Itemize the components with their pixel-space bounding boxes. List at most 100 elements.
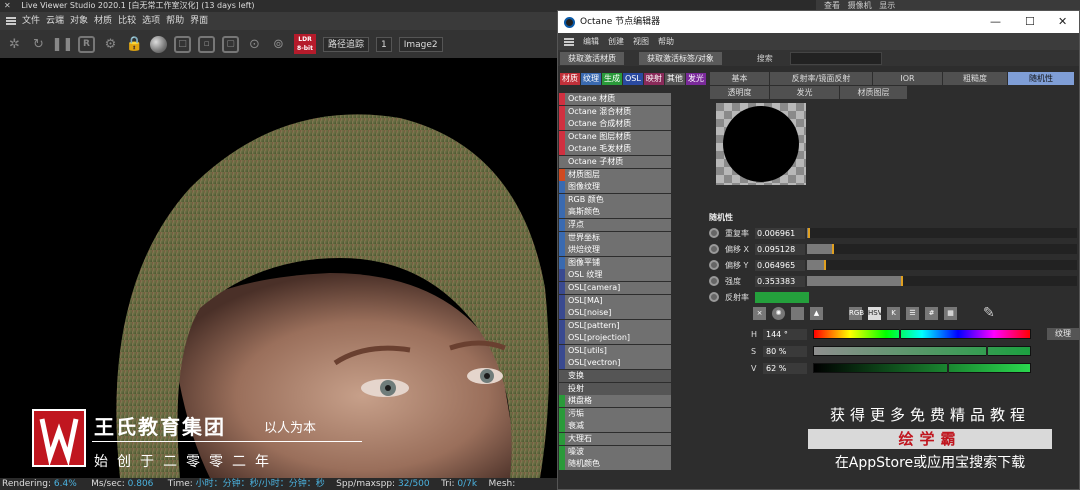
palette-item[interactable]: OSL[projection] [559,332,671,345]
octane-menu-create[interactable]: 创建 [608,33,624,50]
palette-item[interactable]: 随机颜色 [559,458,671,471]
param-radio[interactable] [709,292,719,302]
film-region-icon[interactable]: ▫ [198,35,215,53]
octane-menu-help[interactable]: 帮助 [658,33,674,50]
palette-item[interactable]: OSL[MA] [559,294,671,307]
number-select[interactable]: 1 [376,36,392,52]
palette-item[interactable]: 材质图层 [559,168,671,181]
hue-bar[interactable] [813,329,1031,339]
palette-item[interactable]: Octane 图层材质 [559,130,671,143]
tab-ior[interactable]: IOR [873,72,942,85]
palette-item[interactable]: 世界坐标 [559,231,671,244]
mixer-icon[interactable]: ☰ [906,306,919,320]
slider-handle[interactable] [823,260,826,270]
tab-emission[interactable]: 发光 [770,86,839,99]
param-slider[interactable] [807,260,1077,270]
menu-options[interactable]: 选项 [142,12,160,30]
category-tab[interactable]: 发光 [685,73,706,85]
palette-item[interactable]: OSL[camera] [559,281,671,294]
restart-render-icon[interactable]: ↻ [30,36,47,53]
tab-specular[interactable]: 反射率/镜面反射 [770,72,872,85]
tab-randomness[interactable]: 随机性 [1008,72,1074,85]
param-radio[interactable] [709,228,719,238]
collapse-icon[interactable]: ⨯ [753,306,766,320]
tab-transparency[interactable]: 透明度 [710,86,769,99]
search-input[interactable] [789,51,882,65]
slider-handle[interactable] [901,276,904,286]
image-select[interactable]: Image2 [398,36,443,52]
tab-material-layer[interactable]: 材质图层 [840,86,907,99]
category-tab[interactable]: 映射 [643,73,664,85]
c4d-menu-display[interactable]: 显示 [879,1,895,10]
material-ball-icon[interactable] [150,35,167,53]
palette-item[interactable]: 图像纹理 [559,181,671,194]
palette-item[interactable]: Octane 子材质 [559,155,671,168]
ldr-toggle[interactable]: LDR 8-bit [294,34,316,54]
octane-menu-view[interactable]: 视图 [633,33,649,50]
palette-item[interactable]: 烘焙纹理 [559,244,671,257]
palette-item[interactable]: 棋盘格 [559,395,671,408]
menu-compare[interactable]: 比较 [118,12,136,30]
c4d-menu-camera[interactable]: 摄像机 [848,1,872,10]
palette-item[interactable]: 高斯颜色 [559,206,671,219]
region-render-icon[interactable]: R [78,35,95,53]
slider-handle[interactable] [831,244,834,254]
get-active-tag-button[interactable]: 获取激活标签/对象 [639,51,722,65]
hsv-mode-button[interactable]: HSV [868,306,883,320]
lock-icon[interactable]: 🔒 [126,36,143,53]
slider-handle[interactable] [807,228,810,238]
tab-roughness[interactable]: 粗糙度 [943,72,1007,85]
value-input[interactable]: 62 % [763,362,807,374]
color-swatch[interactable] [755,291,809,303]
saturation-handle[interactable] [985,346,988,356]
palette-item[interactable]: OSL[pattern] [559,319,671,332]
param-value-input[interactable]: 0.353383 [755,275,805,287]
hue-input[interactable]: 144 ° [763,328,807,340]
saturation-bar[interactable] [813,346,1031,356]
param-radio[interactable] [709,260,719,270]
param-slider[interactable] [807,276,1077,286]
minimize-icon[interactable]: — [990,11,1001,33]
param-slider[interactable] [807,244,1077,254]
menu-help[interactable]: 帮助 [166,12,184,30]
category-tab[interactable]: 生成 [602,73,622,85]
kernel-select[interactable]: 路径追踪 [323,36,370,52]
param-slider[interactable] [807,228,1077,238]
lock-resolution-icon[interactable]: ▢ [222,35,239,53]
pick-material-icon[interactable]: ⊚ [270,36,287,53]
param-value-input[interactable]: 0.006961 [755,227,805,239]
palette-item[interactable]: 变换 [559,370,671,383]
maximize-icon[interactable]: ☐ [1025,11,1035,33]
region-icon[interactable]: □ [174,35,191,53]
color-wheel-icon[interactable]: ✺ [772,306,785,320]
c4d-menu-view[interactable]: 查看 [824,1,840,10]
value-handle[interactable] [946,363,949,373]
kelvin-mode-button[interactable]: K [887,306,900,320]
palette-item[interactable]: 大理石 [559,433,671,446]
palette-item[interactable]: OSL[vectron] [559,357,671,370]
send-scene-icon[interactable]: ✲ [6,36,23,53]
tab-basic[interactable]: 基本 [710,72,769,85]
palette-item[interactable]: Octane 混合材质 [559,105,671,118]
menu-file[interactable]: 文件 [22,12,40,30]
category-tab[interactable]: 材质 [560,73,580,85]
menu-object[interactable]: 对象 [70,12,88,30]
hue-handle[interactable] [899,329,902,339]
palette-item[interactable]: Octane 合成材质 [559,118,671,131]
texture-button[interactable]: 纹理 [1047,328,1079,340]
param-radio[interactable] [709,244,719,254]
eyedropper-icon[interactable]: ✎ [983,305,995,321]
palette-item[interactable]: RGB 颜色 [559,193,671,206]
palette-item[interactable]: OSL[noise] [559,307,671,320]
get-active-material-button[interactable]: 获取激活材质 [560,51,624,65]
palette-item[interactable]: Octane 材质 [559,93,671,105]
palette-item[interactable]: OSL[utils] [559,344,671,357]
palette-item[interactable]: 衰减 [559,420,671,433]
rgb-mode-button[interactable]: RGB [849,306,864,320]
param-value-input[interactable]: 0.095128 [755,243,805,255]
close-window-icon[interactable]: ✕ [1058,11,1067,33]
menu-icon[interactable] [564,37,574,46]
saturation-input[interactable]: 80 % [763,345,807,357]
value-bar[interactable] [813,363,1031,373]
hex-icon[interactable]: # [925,306,938,320]
